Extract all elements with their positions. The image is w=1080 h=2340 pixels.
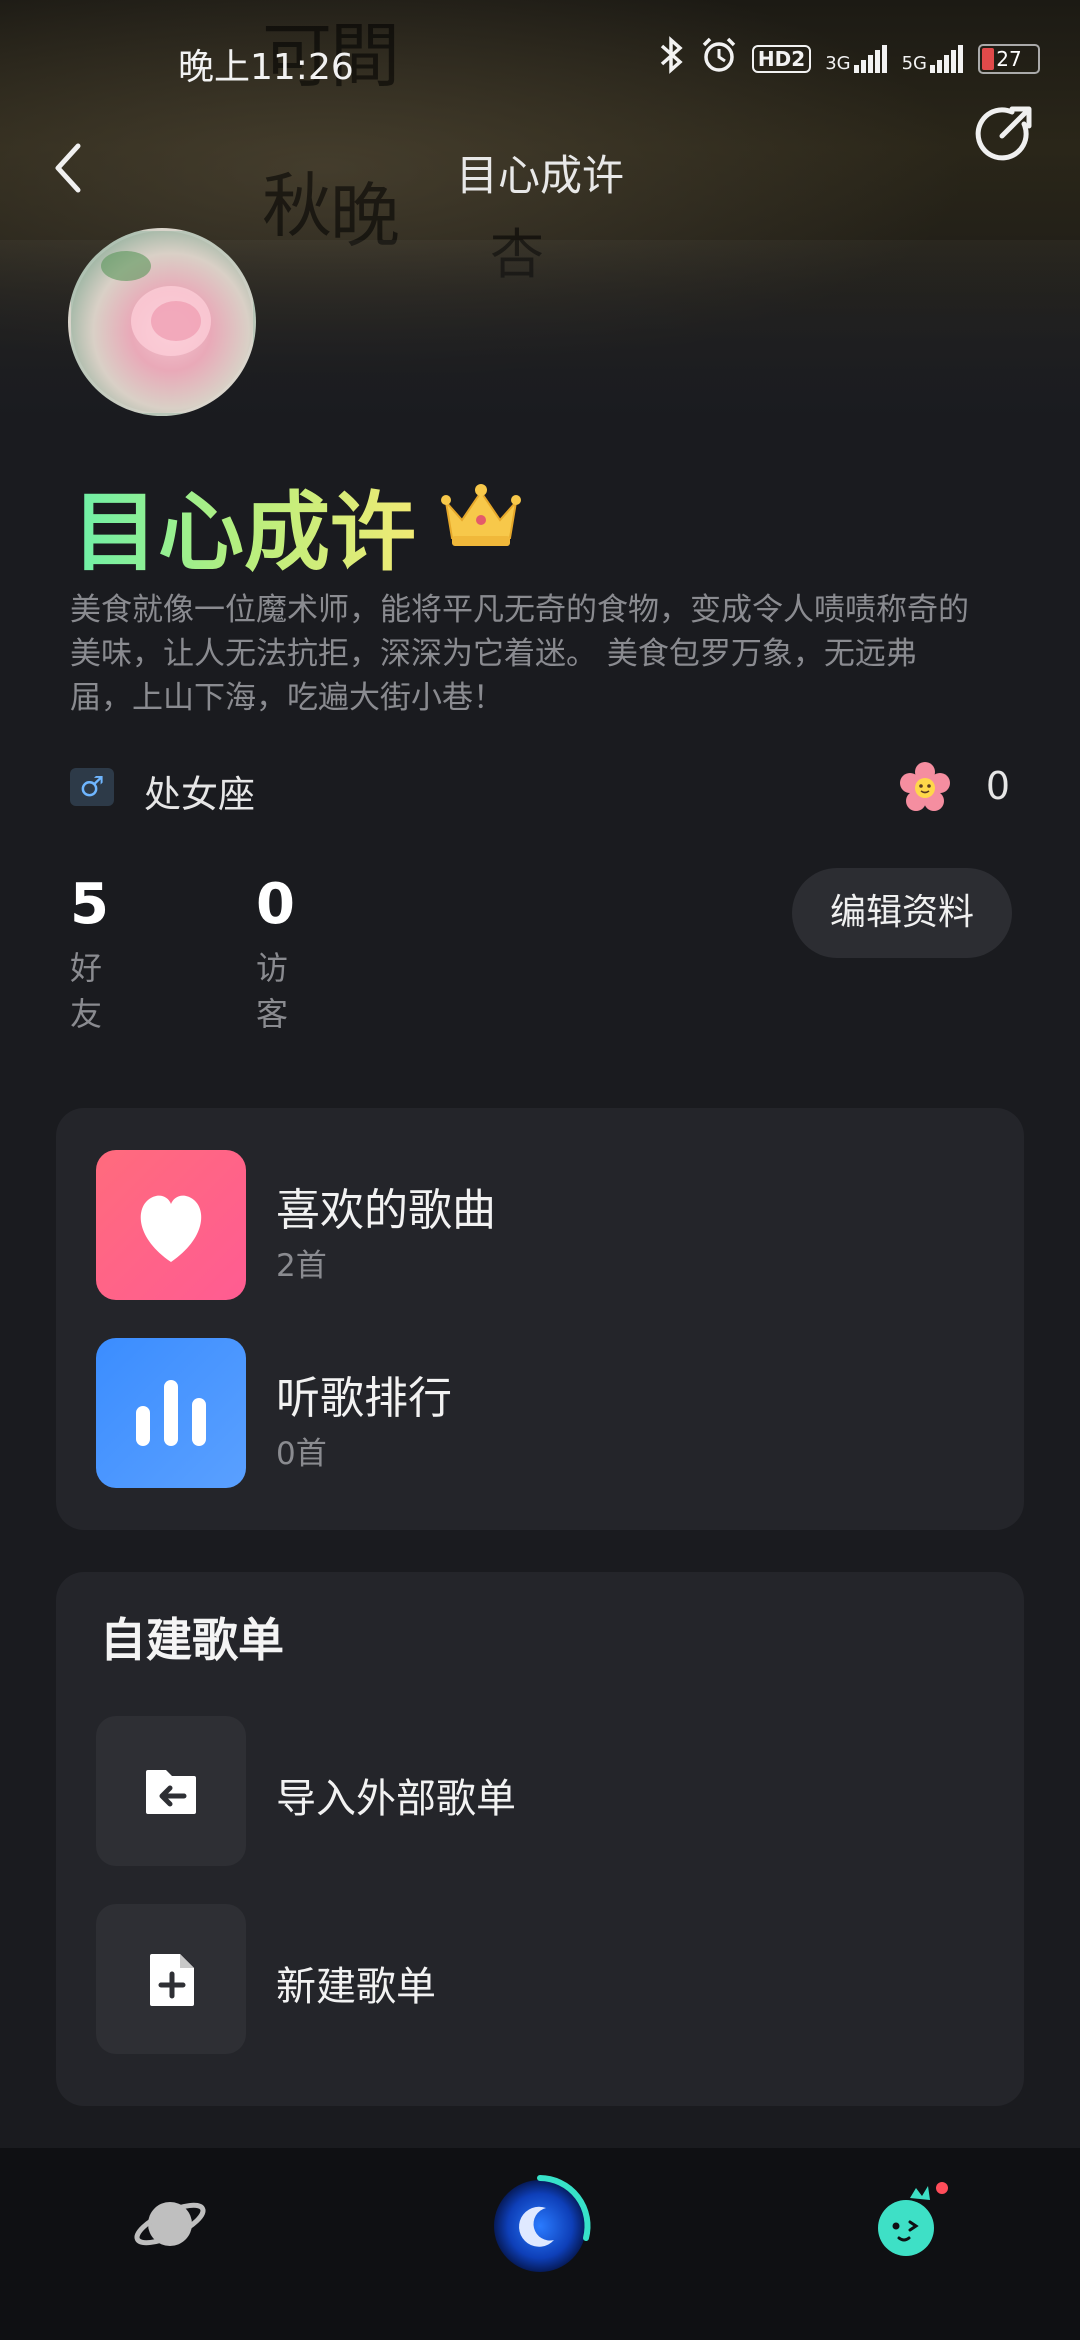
folder-import-icon (146, 1770, 196, 1814)
battery-level (982, 48, 994, 70)
avatar-leaf (101, 251, 151, 281)
share-icon (975, 106, 1032, 161)
profile-name: 目心成许 (72, 462, 416, 587)
bar-chart-icon (136, 1380, 206, 1446)
heart-icon (140, 1195, 202, 1262)
top-nav: 目心成许 (0, 106, 1080, 210)
bluetooth-icon (658, 36, 686, 82)
crown-icon[interactable] (440, 480, 522, 550)
liked-songs-count: 2首 (276, 1248, 327, 1284)
import-playlist-tile (96, 1716, 246, 1866)
battery-percent: 27 (996, 47, 1022, 71)
status-bar: 晚上11:26 HD2 3G 5G 27 (0, 30, 1080, 90)
tab-discover[interactable] (130, 2184, 210, 2264)
alarm-icon (700, 36, 738, 82)
new-playlist-tile (96, 1904, 246, 2054)
friends-label: 好友 (70, 949, 103, 1033)
bottom-tab-bar (0, 2148, 1080, 2340)
planet-icon (134, 2202, 206, 2246)
visitors-stat[interactable]: 0 访客 (256, 872, 295, 1035)
mascot-icon (878, 2182, 948, 2256)
signal-3g-icon: 3G (825, 45, 887, 73)
zodiac-label: 处女座 (144, 773, 255, 816)
net-type-5g: 5G (901, 53, 927, 74)
edit-profile-button[interactable]: 编辑资料 (792, 868, 1012, 958)
male-icon: ♂ (70, 768, 114, 806)
friends-count: 5 (70, 872, 109, 937)
visitors-label: 访客 (256, 949, 289, 1033)
status-time: 晚上11:26 (178, 47, 354, 88)
file-add-icon (150, 1954, 194, 2006)
profile-tags: ♂ 处女座 0 (70, 762, 1010, 816)
visitors-count: 0 (256, 872, 295, 937)
tab-profile[interactable] (866, 2176, 956, 2266)
moon-disc-icon (494, 2175, 591, 2272)
hd-badge: HD2 (751, 45, 812, 73)
status-icons: HD2 3G 5G 27 (658, 36, 1040, 82)
page-title: 目心成许 (455, 151, 624, 200)
net-type-3g: 3G (825, 53, 851, 74)
avatar[interactable] (68, 228, 256, 416)
liked-songs-item[interactable]: 喜欢的歌曲 2首 (96, 1150, 976, 1300)
playlists-card: 自建歌单 导入外部歌单 新建歌单 (56, 1572, 1024, 2106)
import-playlist-item[interactable]: 导入外部歌单 (96, 1716, 976, 1866)
listening-rank-item[interactable]: 听歌排行 0首 (96, 1338, 976, 1488)
share-button[interactable] (972, 100, 1038, 166)
library-card: 喜欢的歌曲 2首 听歌排行 0首 (56, 1108, 1024, 1530)
signal-5g-icon: 5G (902, 45, 964, 73)
avatar-flower-center (151, 301, 201, 341)
new-playlist-item[interactable]: 新建歌单 (96, 1904, 976, 2054)
liked-songs-tile (96, 1150, 246, 1300)
liked-songs-title: 喜欢的歌曲 (276, 1185, 496, 1236)
new-playlist-title: 新建歌单 (276, 1964, 436, 2010)
listening-rank-title: 听歌排行 (276, 1373, 452, 1424)
friends-stat[interactable]: 5 好友 (70, 872, 109, 1035)
flower-icon[interactable] (900, 762, 950, 812)
tab-player[interactable] (488, 2168, 600, 2280)
flower-count: 0 (985, 764, 1010, 808)
profile-bio: 美食就像一位魔术师，能将平凡无奇的食物，变成令人啧啧称奇的美味，让人无法抗拒，深… (70, 592, 969, 716)
import-playlist-title: 导入外部歌单 (276, 1776, 516, 1822)
listening-rank-tile (96, 1338, 246, 1488)
playlists-section-title: 自建歌单 (100, 1613, 284, 1667)
listening-rank-count: 0首 (276, 1436, 327, 1472)
battery-icon: 27 (978, 44, 1040, 74)
